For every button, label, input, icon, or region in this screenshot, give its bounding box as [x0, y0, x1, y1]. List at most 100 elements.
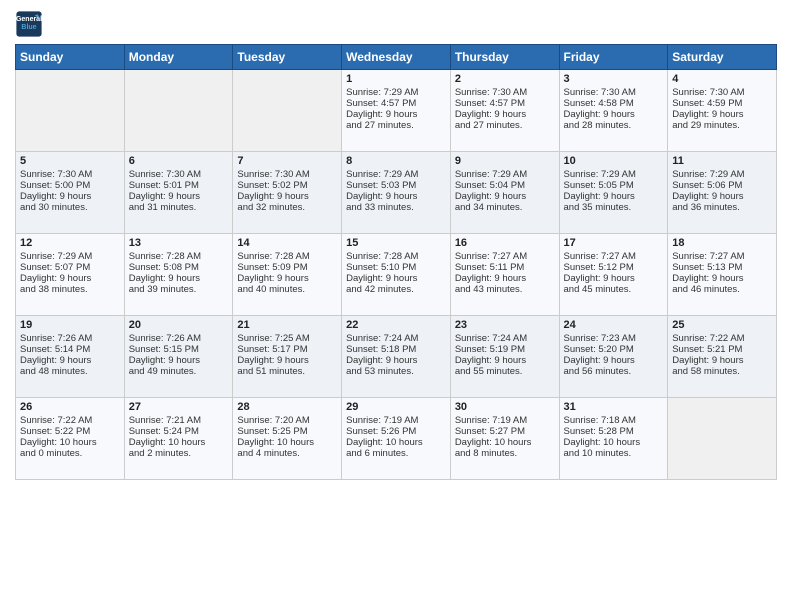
cell-content-line: Daylight: 9 hours [20, 191, 120, 202]
cell-content-line: and 43 minutes. [455, 284, 555, 295]
cell-content-line: Sunrise: 7:29 AM [455, 169, 555, 180]
calendar-cell: 23Sunrise: 7:24 AMSunset: 5:19 PMDayligh… [450, 316, 559, 398]
cell-content-line: Sunrise: 7:30 AM [455, 87, 555, 98]
calendar-cell: 24Sunrise: 7:23 AMSunset: 5:20 PMDayligh… [559, 316, 668, 398]
calendar-cell: 17Sunrise: 7:27 AMSunset: 5:12 PMDayligh… [559, 234, 668, 316]
cell-content-line: Sunrise: 7:30 AM [564, 87, 664, 98]
calendar-week-row: 19Sunrise: 7:26 AMSunset: 5:14 PMDayligh… [16, 316, 777, 398]
day-number: 17 [564, 237, 664, 249]
cell-content-line: Sunrise: 7:28 AM [346, 251, 446, 262]
cell-content-line: Sunset: 5:11 PM [455, 262, 555, 273]
cell-content-line: Sunrise: 7:27 AM [455, 251, 555, 262]
day-number: 16 [455, 237, 555, 249]
cell-content-line: Sunset: 5:10 PM [346, 262, 446, 273]
cell-content-line: Sunset: 5:06 PM [672, 180, 772, 191]
calendar-cell: 4Sunrise: 7:30 AMSunset: 4:59 PMDaylight… [668, 70, 777, 152]
cell-content-line: Daylight: 10 hours [129, 437, 229, 448]
day-number: 28 [237, 401, 337, 413]
calendar-cell: 28Sunrise: 7:20 AMSunset: 5:25 PMDayligh… [233, 398, 342, 480]
cell-content-line: Sunset: 5:20 PM [564, 344, 664, 355]
calendar-cell: 27Sunrise: 7:21 AMSunset: 5:24 PMDayligh… [124, 398, 233, 480]
cell-content-line: Sunset: 5:27 PM [455, 426, 555, 437]
weekday-header: Friday [559, 45, 668, 70]
day-number: 1 [346, 73, 446, 85]
cell-content-line: Sunset: 5:03 PM [346, 180, 446, 191]
calendar-cell: 30Sunrise: 7:19 AMSunset: 5:27 PMDayligh… [450, 398, 559, 480]
cell-content-line: and 10 minutes. [564, 448, 664, 459]
cell-content-line: Sunset: 5:00 PM [20, 180, 120, 191]
day-number: 18 [672, 237, 772, 249]
cell-content-line: and 56 minutes. [564, 366, 664, 377]
day-number: 13 [129, 237, 229, 249]
day-number: 8 [346, 155, 446, 167]
cell-content-line: and 51 minutes. [237, 366, 337, 377]
page: General Blue SundayMondayTuesdayWednesda… [0, 0, 792, 612]
cell-content-line: Daylight: 9 hours [237, 191, 337, 202]
logo-icon: General Blue [15, 10, 43, 38]
day-number: 15 [346, 237, 446, 249]
cell-content-line: and 2 minutes. [129, 448, 229, 459]
cell-content-line: Daylight: 9 hours [455, 109, 555, 120]
cell-content-line: Sunset: 5:28 PM [564, 426, 664, 437]
cell-content-line: Sunrise: 7:29 AM [346, 169, 446, 180]
calendar-cell: 26Sunrise: 7:22 AMSunset: 5:22 PMDayligh… [16, 398, 125, 480]
day-number: 23 [455, 319, 555, 331]
calendar-cell: 14Sunrise: 7:28 AMSunset: 5:09 PMDayligh… [233, 234, 342, 316]
day-number: 29 [346, 401, 446, 413]
cell-content-line: Daylight: 9 hours [20, 355, 120, 366]
cell-content-line: and 8 minutes. [455, 448, 555, 459]
cell-content-line: Daylight: 9 hours [129, 355, 229, 366]
weekday-header: Thursday [450, 45, 559, 70]
cell-content-line: Sunrise: 7:30 AM [129, 169, 229, 180]
cell-content-line: and 31 minutes. [129, 202, 229, 213]
calendar-cell: 1Sunrise: 7:29 AMSunset: 4:57 PMDaylight… [342, 70, 451, 152]
cell-content-line: and 34 minutes. [455, 202, 555, 213]
cell-content-line: Daylight: 9 hours [129, 191, 229, 202]
cell-content-line: and 27 minutes. [346, 120, 446, 131]
cell-content-line: and 49 minutes. [129, 366, 229, 377]
cell-content-line: Daylight: 9 hours [672, 109, 772, 120]
calendar-cell: 31Sunrise: 7:18 AMSunset: 5:28 PMDayligh… [559, 398, 668, 480]
cell-content-line: Sunset: 5:19 PM [455, 344, 555, 355]
cell-content-line: Sunset: 5:26 PM [346, 426, 446, 437]
calendar-week-row: 1Sunrise: 7:29 AMSunset: 4:57 PMDaylight… [16, 70, 777, 152]
cell-content-line: Sunrise: 7:24 AM [455, 333, 555, 344]
cell-content-line: Sunset: 5:08 PM [129, 262, 229, 273]
cell-content-line: Sunset: 5:22 PM [20, 426, 120, 437]
calendar-cell: 18Sunrise: 7:27 AMSunset: 5:13 PMDayligh… [668, 234, 777, 316]
cell-content-line: Sunset: 5:07 PM [20, 262, 120, 273]
cell-content-line: Sunrise: 7:26 AM [129, 333, 229, 344]
cell-content-line: and 55 minutes. [455, 366, 555, 377]
cell-content-line: Sunset: 5:01 PM [129, 180, 229, 191]
cell-content-line: Sunset: 5:05 PM [564, 180, 664, 191]
cell-content-line: Sunset: 5:14 PM [20, 344, 120, 355]
cell-content-line: Daylight: 9 hours [564, 273, 664, 284]
cell-content-line: Sunrise: 7:20 AM [237, 415, 337, 426]
calendar-cell: 20Sunrise: 7:26 AMSunset: 5:15 PMDayligh… [124, 316, 233, 398]
day-number: 26 [20, 401, 120, 413]
calendar-cell: 25Sunrise: 7:22 AMSunset: 5:21 PMDayligh… [668, 316, 777, 398]
cell-content-line: and 27 minutes. [455, 120, 555, 131]
weekday-header: Monday [124, 45, 233, 70]
cell-content-line: Sunrise: 7:28 AM [237, 251, 337, 262]
cell-content-line: Sunset: 5:12 PM [564, 262, 664, 273]
calendar-cell: 5Sunrise: 7:30 AMSunset: 5:00 PMDaylight… [16, 152, 125, 234]
svg-text:Blue: Blue [21, 24, 36, 31]
cell-content-line: and 29 minutes. [672, 120, 772, 131]
cell-content-line: and 39 minutes. [129, 284, 229, 295]
calendar-cell [233, 70, 342, 152]
calendar-cell: 10Sunrise: 7:29 AMSunset: 5:05 PMDayligh… [559, 152, 668, 234]
calendar-cell: 2Sunrise: 7:30 AMSunset: 4:57 PMDaylight… [450, 70, 559, 152]
cell-content-line: Daylight: 9 hours [346, 355, 446, 366]
cell-content-line: Sunrise: 7:27 AM [672, 251, 772, 262]
cell-content-line: Sunrise: 7:29 AM [346, 87, 446, 98]
cell-content-line: Sunset: 5:17 PM [237, 344, 337, 355]
day-number: 2 [455, 73, 555, 85]
day-number: 3 [564, 73, 664, 85]
cell-content-line: Sunrise: 7:29 AM [672, 169, 772, 180]
cell-content-line: Daylight: 9 hours [129, 273, 229, 284]
cell-content-line: Daylight: 9 hours [237, 355, 337, 366]
calendar-cell: 9Sunrise: 7:29 AMSunset: 5:04 PMDaylight… [450, 152, 559, 234]
cell-content-line: and 32 minutes. [237, 202, 337, 213]
cell-content-line: Sunrise: 7:24 AM [346, 333, 446, 344]
